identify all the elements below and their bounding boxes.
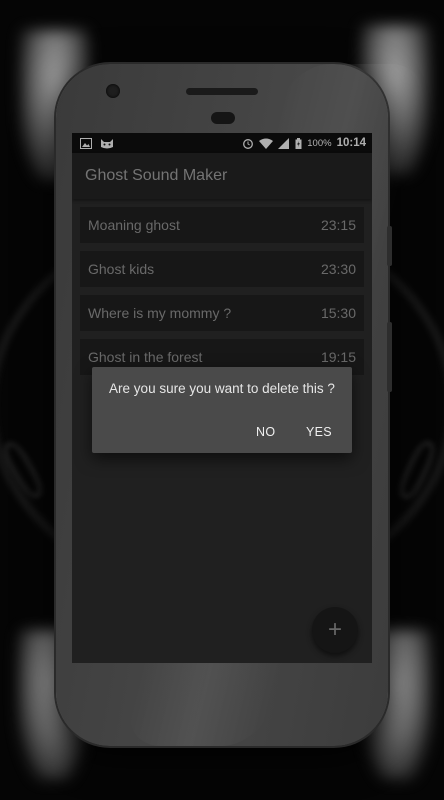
dialog-message: Are you sure you want to delete this ? xyxy=(109,381,335,396)
yes-button[interactable]: YES xyxy=(302,423,336,441)
phone-frame: 100% 10:14 Ghost Sound Maker Moaning gho… xyxy=(56,64,432,746)
delete-confirm-dialog: Are you sure you want to delete this ? N… xyxy=(92,367,352,453)
volume-button xyxy=(387,322,392,392)
earpiece xyxy=(211,112,235,124)
power-button xyxy=(387,226,392,266)
no-button[interactable]: NO xyxy=(252,423,279,441)
front-camera xyxy=(106,84,120,98)
phone-screen: 100% 10:14 Ghost Sound Maker Moaning gho… xyxy=(72,133,372,663)
speaker-grille xyxy=(186,88,258,95)
